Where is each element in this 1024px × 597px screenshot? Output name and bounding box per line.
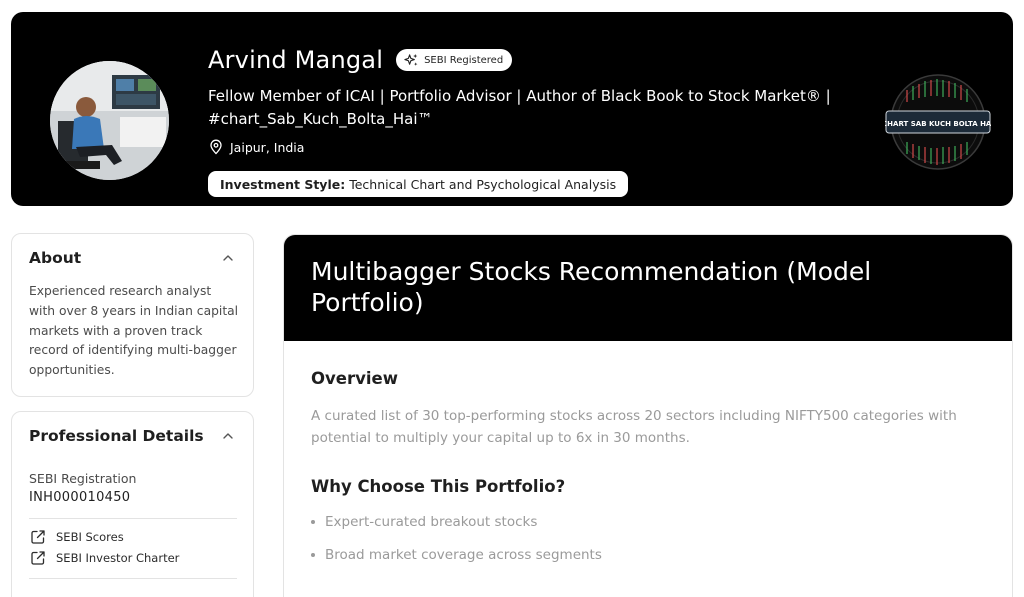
sebi-badge-label: SEBI Registered bbox=[424, 54, 504, 66]
external-link-icon bbox=[31, 530, 45, 544]
bullet-dot bbox=[311, 520, 315, 524]
sebi-investor-charter-label: SEBI Investor Charter bbox=[56, 551, 180, 565]
sebi-investor-charter-link[interactable]: SEBI Investor Charter bbox=[29, 549, 179, 567]
sebi-registration-label: SEBI Registration bbox=[29, 471, 137, 486]
location-text: Jaipur, India bbox=[230, 139, 305, 155]
professional-details-card: Professional Details SEBI Registration I… bbox=[11, 411, 254, 597]
bullet-text: Broad market coverage across segments bbox=[325, 547, 602, 563]
advisor-tagline: Fellow Member of ICAI | Portfolio Adviso… bbox=[208, 87, 831, 128]
sebi-registration-number: INH000010450 bbox=[29, 490, 131, 505]
external-link-icon bbox=[31, 551, 45, 565]
about-card: About Experienced research analyst with … bbox=[11, 233, 254, 397]
about-text: Experienced research analyst with over 8… bbox=[29, 284, 239, 378]
overview-heading: Overview bbox=[311, 369, 398, 388]
sebi-scores-link[interactable]: SEBI Scores bbox=[29, 528, 124, 546]
divider bbox=[29, 578, 237, 579]
professional-details-title: Professional Details bbox=[29, 427, 204, 445]
portfolio-title: Multibagger Stocks Recommendation (Model… bbox=[311, 257, 872, 317]
chevron-up-icon[interactable] bbox=[221, 429, 235, 443]
investment-style-pill: Investment Style: Technical Chart and Ps… bbox=[208, 171, 629, 197]
brand-logo: CHART SAB KUCH BOLTA HAI bbox=[882, 72, 994, 172]
profile-banner: Arvind Mangal SEBI Registered Fellow Mem… bbox=[11, 12, 1013, 206]
advisor-name: Arvind Mangal bbox=[208, 46, 384, 74]
about-title: About bbox=[29, 249, 82, 267]
sparkle-icon bbox=[404, 53, 418, 66]
name-row: Arvind Mangal SEBI Registered bbox=[208, 46, 513, 74]
bullet-dot bbox=[311, 553, 315, 557]
chart-logo-icon: CHART SAB KUCH BOLTA HAI bbox=[882, 74, 994, 170]
avatar bbox=[50, 61, 169, 180]
bullet-text: Expert-curated breakout stocks bbox=[325, 514, 538, 530]
sebi-scores-label: SEBI Scores bbox=[56, 530, 124, 544]
investment-style-label: Investment Style: bbox=[220, 176, 346, 192]
portfolio-card: Multibagger Stocks Recommendation (Model… bbox=[283, 234, 1013, 597]
location: Jaipur, India bbox=[208, 139, 304, 155]
sebi-registered-badge: SEBI Registered bbox=[396, 49, 513, 71]
investment-style-value: Technical Chart and Psychological Analys… bbox=[349, 176, 617, 192]
list-item: Broad market coverage across segments bbox=[311, 547, 602, 563]
list-item: Expert-curated breakout stocks bbox=[311, 514, 537, 530]
overview-text: A curated list of 30 top-performing stoc… bbox=[311, 408, 957, 446]
logo-text: CHART SAB KUCH BOLTA HAI bbox=[885, 120, 991, 128]
why-choose-heading: Why Choose This Portfolio? bbox=[311, 477, 566, 496]
divider bbox=[29, 518, 237, 519]
avatar-photo bbox=[50, 61, 169, 180]
map-pin-icon bbox=[210, 139, 222, 155]
chevron-up-icon[interactable] bbox=[221, 251, 235, 265]
portfolio-header: Multibagger Stocks Recommendation (Model… bbox=[284, 235, 1012, 341]
